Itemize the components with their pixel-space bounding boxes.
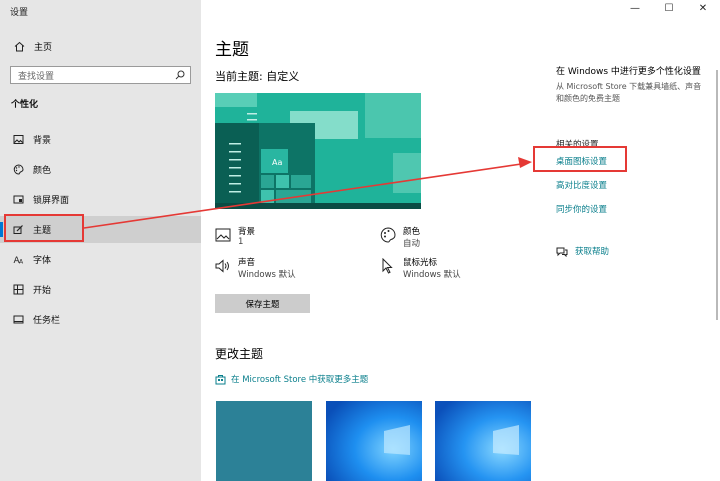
- sidebar-item-label: 字体: [33, 256, 52, 266]
- mouse-cursor-icon: [380, 257, 394, 278]
- image-icon: [215, 227, 231, 246]
- attr-name: 声音: [238, 258, 256, 268]
- speaker-icon: [215, 258, 231, 277]
- search-placeholder: 查找设置: [18, 71, 55, 82]
- close-button[interactable]: ✕: [686, 3, 720, 14]
- store-themes-link[interactable]: 在 Microsoft Store 中获取更多主题: [215, 373, 368, 385]
- attr-value: 自动: [403, 239, 421, 249]
- high-contrast-settings-link[interactable]: 高对比度设置: [556, 179, 607, 191]
- help-chat-icon: [556, 246, 568, 257]
- sidebar-item-fonts[interactable]: AA 字体: [0, 246, 201, 273]
- change-theme-title: 更改主题: [215, 347, 264, 361]
- window-title: 设置: [10, 8, 29, 18]
- font-icon: AA: [11, 254, 25, 265]
- right-panel-heading: 在 Windows 中进行更多个性化设置: [556, 67, 701, 77]
- attr-value: Windows 默认: [238, 270, 296, 280]
- store-link-label: 在 Microsoft Store 中获取更多主题: [231, 375, 369, 385]
- theme-attr-sound[interactable]: 声音 Windows 默认: [215, 256, 355, 284]
- theme-attr-cursor[interactable]: 鼠标光标 Windows 默认: [380, 256, 520, 284]
- sidebar-item-lock-screen[interactable]: 锁屏界面: [0, 186, 201, 213]
- attr-name: 颜色: [403, 227, 421, 237]
- save-theme-button[interactable]: 保存主题: [215, 294, 310, 313]
- attr-name: 鼠标光标: [403, 258, 438, 268]
- sidebar-item-label: 开始: [33, 286, 52, 296]
- nav-home[interactable]: 主页: [0, 34, 201, 58]
- theme-preview-image: Aa: [215, 93, 421, 209]
- sidebar-item-label: 颜色: [33, 166, 52, 176]
- annotation-box-themes: [4, 214, 84, 242]
- taskbar-icon: [11, 314, 25, 325]
- sidebar-item-label: 锁屏界面: [33, 196, 70, 206]
- sidebar-item-taskbar[interactable]: 任务栏: [0, 306, 201, 333]
- theme-thumbnail-3[interactable]: [435, 401, 531, 481]
- minimize-button[interactable]: —: [618, 3, 652, 14]
- attr-value: 1: [238, 237, 244, 247]
- image-icon: [11, 134, 25, 145]
- start-icon: [11, 284, 25, 295]
- theme-attr-color[interactable]: 颜色 自动: [380, 225, 520, 253]
- palette-icon: [380, 227, 396, 247]
- theme-preview: Aa: [215, 93, 421, 209]
- attr-name: 背景: [238, 227, 256, 237]
- sidebar-item-label: 背景: [33, 136, 52, 146]
- nav-home-label: 主页: [34, 42, 53, 53]
- sidebar-item-start[interactable]: 开始: [0, 276, 201, 303]
- theme-attr-background[interactable]: 背景 1: [215, 225, 355, 253]
- page-title: 主题: [215, 40, 249, 60]
- sidebar-item-colors[interactable]: 颜色: [0, 156, 201, 183]
- sidebar-item-background[interactable]: 背景: [0, 126, 201, 153]
- scrollbar[interactable]: [716, 70, 718, 320]
- home-icon: [12, 41, 26, 52]
- svg-text:A: A: [19, 259, 24, 266]
- lock-screen-icon: [11, 194, 25, 205]
- palette-icon: [11, 164, 25, 175]
- theme-thumbnail-2[interactable]: [326, 401, 422, 481]
- search-icon: [175, 70, 185, 83]
- maximize-button[interactable]: ☐: [652, 3, 686, 14]
- get-help-label: 获取帮助: [575, 247, 610, 257]
- right-panel-description: 从 Microsoft Store 下载兼具墙纸、声音和颜色的免费主题: [556, 82, 702, 103]
- current-theme-label: 当前主题: 自定义: [215, 70, 300, 83]
- window-controls: — ☐ ✕: [618, 3, 720, 14]
- section-personalization: 个性化: [11, 100, 39, 110]
- sync-settings-link[interactable]: 同步你的设置: [556, 203, 607, 215]
- attr-value: Windows 默认: [403, 270, 461, 280]
- search-input[interactable]: 查找设置: [10, 66, 191, 84]
- annotation-box-desktop-icons: [533, 146, 627, 172]
- get-help-link[interactable]: 获取帮助: [556, 245, 609, 257]
- store-icon: [215, 374, 226, 385]
- preview-tile-text: Aa: [272, 158, 282, 167]
- sidebar-item-label: 任务栏: [33, 316, 61, 326]
- theme-thumbnail-1[interactable]: [216, 401, 312, 481]
